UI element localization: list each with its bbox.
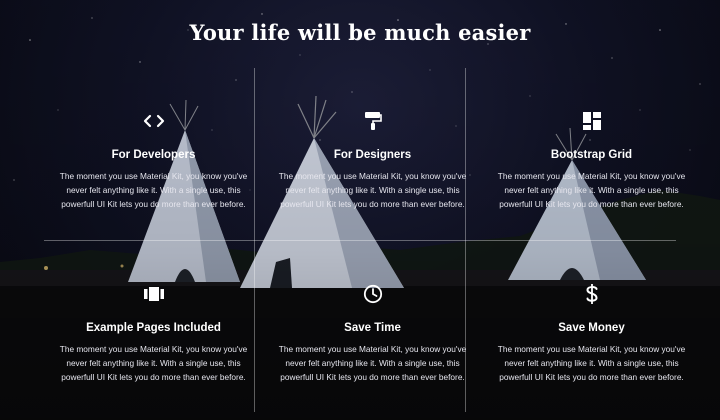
feature-title: For Developers <box>111 149 196 161</box>
feature-title: Save Time <box>344 322 401 334</box>
feature-for-designers: For Designers The moment you use Materia… <box>263 68 482 240</box>
pages-icon <box>143 283 165 305</box>
clock-icon <box>363 283 383 305</box>
dollar-icon <box>585 283 599 305</box>
paint-roller-icon <box>364 110 382 132</box>
feature-save-time: Save Time The moment you use Material Ki… <box>263 240 482 412</box>
feature-save-money: Save Money The moment you use Material K… <box>482 240 701 412</box>
feature-example-pages: Example Pages Included The moment you us… <box>44 240 263 412</box>
feature-title: For Designers <box>333 149 412 161</box>
features-section: Your life will be much easier For Develo… <box>0 0 720 420</box>
feature-description: The moment you use Material Kit, you kno… <box>497 171 686 209</box>
feature-for-developers: For Developers The moment you use Materi… <box>44 68 263 240</box>
feature-description: The moment you use Material Kit, you kno… <box>59 171 248 209</box>
feature-title: Save Money <box>558 322 625 334</box>
section-title: Your life will be much easier <box>189 20 531 45</box>
feature-description: The moment you use Material Kit, you kno… <box>278 171 467 209</box>
features-grid: For Developers The moment you use Materi… <box>44 68 685 412</box>
feature-description: The moment you use Material Kit, you kno… <box>59 344 248 382</box>
feature-title: Bootstrap Grid <box>550 149 633 161</box>
feature-description: The moment you use Material Kit, you kno… <box>497 344 686 382</box>
code-icon <box>143 110 165 132</box>
feature-description: The moment you use Material Kit, you kno… <box>278 344 467 382</box>
feature-bootstrap-grid: Bootstrap Grid The moment you use Materi… <box>482 68 701 240</box>
feature-title: Example Pages Included <box>86 322 221 334</box>
grid-icon <box>582 110 602 132</box>
